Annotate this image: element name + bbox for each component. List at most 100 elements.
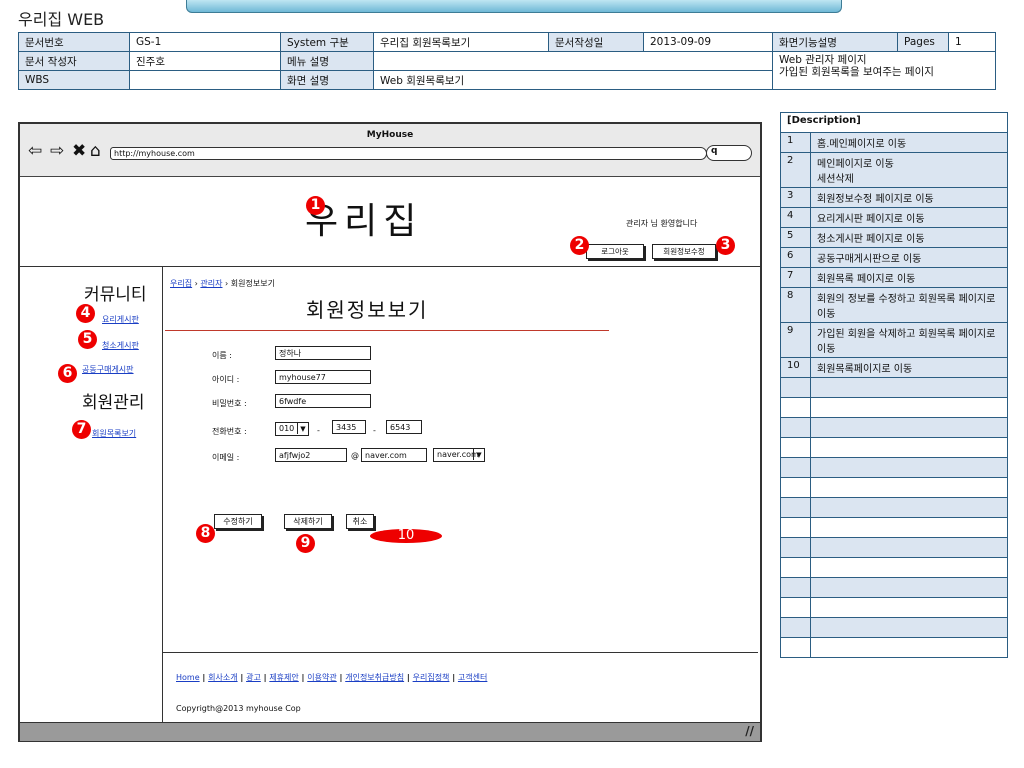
description-number [780,437,811,458]
date-label: 문서작성일 [548,32,644,52]
sidebar-divider [162,266,163,722]
annotation-marker-7: 7 [72,420,91,439]
phone-prefix-select[interactable]: 010 ▼ [275,422,309,436]
header-divider [20,266,760,267]
footer-link[interactable]: 우리집정책 [413,673,450,682]
description-empty-row [780,617,1008,638]
footer-link[interactable]: Home [176,673,200,682]
name-field[interactable]: 정하나 [275,346,371,360]
description-empty-row [780,537,1008,558]
pages-label: Pages [897,32,949,52]
description-text [810,497,1008,518]
browser-chrome: MyHouse ⇦ ⇨ ✖ ⌂ http://myhouse.com q [20,124,760,177]
menu-label: 메뉴 설명 [280,51,374,71]
footer-separator: | [336,673,346,682]
func-desc-line2: 가입된 회원목록을 보여주는 페이지 [779,66,934,78]
back-arrow-icon[interactable]: ⇦ [28,143,42,160]
description-table: [Description] 1 홈.메인페이지로 이동 2 메인페이지로 이동 세션삭제… [780,112,1008,658]
date-value: 2013-09-09 [643,32,773,52]
description-text: 공동구매게시판으로 이동 [810,247,1008,268]
footer-divider [162,652,758,653]
footer-separator: | [237,673,247,682]
description-empty-row [780,637,1008,658]
breadcrumb-separator: › [225,279,229,288]
footer-link[interactable]: 개인정보취급방침 [345,673,404,682]
description-number [780,377,811,398]
id-field[interactable]: myhouse77 [275,370,371,384]
sidebar-item-member-list[interactable]: 회원목록보기 [92,428,136,439]
description-empty-row [780,577,1008,598]
browser-title: MyHouse [366,130,414,140]
footer-link[interactable]: 광고 [246,673,261,682]
close-icon[interactable]: ✖ [72,143,86,160]
sidebar-item-groupbuy[interactable]: 공동구매게시판 [82,364,134,375]
sidebar-item-cooking[interactable]: 요리게시판 [102,314,139,325]
description-text: 회원목록 페이지로 이동 [810,267,1008,288]
footer-separator: | [404,673,413,682]
sidebar-item-cleaning[interactable]: 청소게시판 [102,340,139,351]
edit-member-info-button[interactable]: 회원정보수정 [652,244,716,259]
email-id-field[interactable]: afjfwjo2 [275,448,347,462]
phone-last-field[interactable]: 6543 [386,420,422,434]
description-number [780,457,811,478]
email-at-sign: @ [351,451,359,460]
search-icon: q [711,146,718,156]
description-text: 회원목록페이지로 이동 [810,357,1008,378]
annotation-marker-4: 4 [76,304,95,323]
annotation-marker-2: 2 [570,236,589,255]
footer-separator: | [298,673,308,682]
description-number [780,417,811,438]
description-number [780,477,811,498]
description-text [810,457,1008,478]
annotation-marker-10: 10 [370,529,442,543]
password-field[interactable]: 6fwdfe [275,394,371,408]
author-label: 문서 작성자 [18,51,130,71]
logout-button[interactable]: 로그아웃 [586,244,644,259]
footer-link[interactable]: 이용약관 [307,673,336,682]
screen-func-label: 화면기능설명 [772,32,898,52]
description-row: 3 회원정보수정 페이지로 이동 [780,187,1008,208]
home-icon[interactable]: ⌂ [90,143,101,160]
browser-search-field[interactable]: q [706,145,752,161]
breadcrumb-admin-link[interactable]: 관리자 [200,279,222,288]
delete-button[interactable]: 삭제하기 [284,514,332,529]
description-text [810,577,1008,598]
description-number [780,517,811,538]
description-text [810,617,1008,638]
description-empty-row [780,517,1008,538]
description-number: 5 [780,227,811,248]
edit-button[interactable]: 수정하기 [214,514,262,529]
forward-arrow-icon[interactable]: ⇨ [50,143,64,160]
description-text [810,397,1008,418]
description-text [810,477,1008,498]
description-empty-row [780,477,1008,498]
description-text [810,537,1008,558]
description-row: 9 가입된 회원을 삭제하고 회원목록 페이지로 이동 [780,322,1008,358]
footer-link[interactable]: 제휴제안 [269,673,298,682]
phone-prefix-value: 010 [279,424,295,433]
author-value: 진주호 [129,51,281,71]
resize-grip-icon[interactable]: // [745,724,754,738]
cancel-button[interactable]: 취소 [346,514,374,529]
footer-link[interactable]: 고객센터 [458,673,487,682]
description-text [810,417,1008,438]
menu-value [373,51,773,71]
description-row: 7 회원목록 페이지로 이동 [780,267,1008,288]
url-bar[interactable]: http://myhouse.com [110,147,707,160]
breadcrumb-current: 회원정보보기 [230,279,275,288]
welcome-text: 관리자 님 환영합니다 [626,219,698,228]
phone-middle-field[interactable]: 3435 [332,420,366,434]
annotation-marker-5: 5 [78,330,97,349]
dropdown-arrow-icon: ▼ [473,449,484,460]
breadcrumb-home-link[interactable]: 우리집 [170,279,192,288]
email-domain-field[interactable]: naver.com [361,448,427,462]
footer-link[interactable]: 회사소개 [208,673,237,682]
password-label: 비밀번호 : [212,399,247,408]
email-domain-select[interactable]: naver.com ▼ [433,448,485,462]
description-text: 홈.메인페이지로 이동 [810,132,1008,153]
sidebar-heading-member-mgmt: 회원관리 [82,393,145,413]
description-text [810,377,1008,398]
description-empty-row [780,397,1008,418]
browser-mockup-window: MyHouse ⇦ ⇨ ✖ ⌂ http://myhouse.com q 우리집… [18,122,762,742]
page-title: 회원정보보기 [306,298,429,322]
